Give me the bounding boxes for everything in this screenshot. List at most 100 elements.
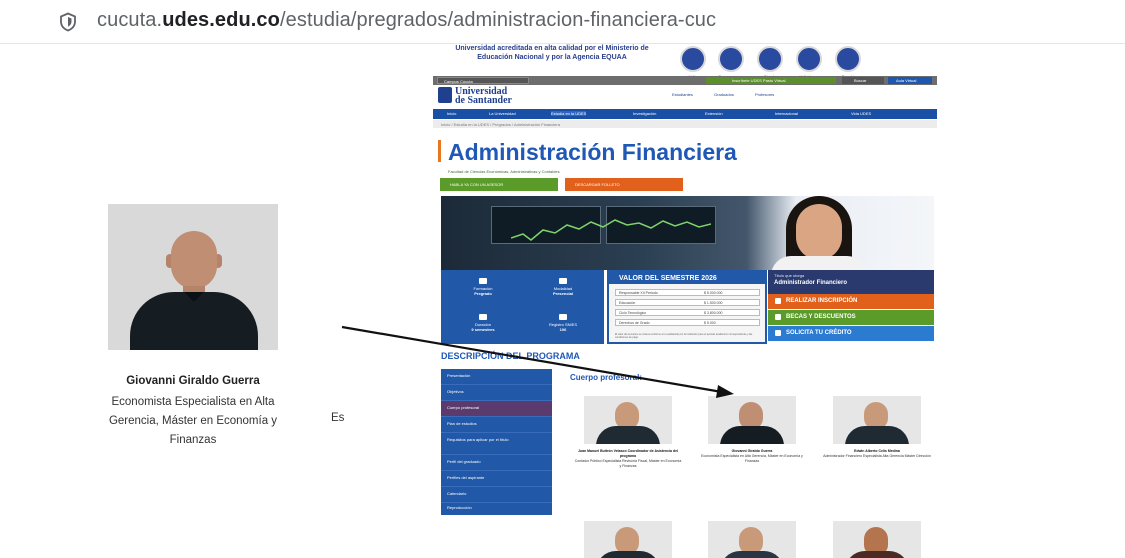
- inscribete-button[interactable]: Inscríbete UDES Pasto Virtual: [706, 77, 836, 84]
- duracion-icon: [479, 314, 487, 320]
- professor-role: Administrador Financiero Especialista Al…: [823, 454, 931, 458]
- aula-virtual-button[interactable]: Aula Virtual: [888, 77, 932, 84]
- faculty-text: Facultad de Ciencias Económicas, Adminis…: [448, 169, 560, 174]
- realizar-inscripcion-button[interactable]: REALIZAR INSCRIPCIÓN: [768, 294, 934, 309]
- woman-face-image: [796, 204, 842, 260]
- professor-caption: Edwin Alberto Celis Medina Administrador …: [823, 449, 931, 459]
- search-button[interactable]: Buscar: [842, 77, 884, 84]
- valor-row-value: $ 3.800.000: [704, 311, 723, 315]
- sidebar-item-perfil-graduado[interactable]: Perfil del graduado: [441, 455, 552, 471]
- title-panel: Título que otorga Administrador Financie…: [768, 270, 934, 344]
- valor-note: El valor del semestre se indexa conforme…: [615, 333, 753, 339]
- stat-modalidad: Modalidad Presencial: [533, 278, 593, 296]
- stat-value: 106: [559, 327, 567, 332]
- stat-value: 9 semestres: [471, 327, 495, 332]
- program-stats: Formación Pregrado Modalidad Presencial Du…: [441, 270, 604, 344]
- url-text[interactable]: cucuta.udes.edu.co/estudia/pregrados/adm…: [97, 9, 716, 32]
- profile-role-line: Economista Especialista en Alta: [111, 396, 275, 408]
- professor-role: Contador Público Especialista Revisoría …: [574, 459, 682, 468]
- sidebar-item-plan-estudios[interactable]: Plan de estudios: [441, 417, 552, 433]
- sidebar-item-reproduccion[interactable]: Reproducción: [441, 501, 552, 517]
- url-path: /estudia/pregrados/administracion-financ…: [279, 9, 717, 31]
- nav-item[interactable]: Extensión: [705, 111, 723, 116]
- habla-asesor-label: HABLA YA CON UN ASESOR: [450, 182, 504, 187]
- stat-duracion: Duración 9 semestres: [453, 314, 513, 332]
- sidebar-item-label: Perfiles del aspirante: [447, 475, 485, 480]
- url-domain: udes.edu.co: [162, 9, 280, 31]
- valor-title: VALOR DEL SEMESTRE 2026: [609, 272, 765, 284]
- photo-suit: [720, 551, 784, 558]
- address-bar[interactable]: cucuta.udes.edu.co/estudia/pregrados/adm…: [0, 0, 1125, 44]
- accreditation-text: Universidad acreditada en alta calidad p…: [455, 45, 649, 61]
- button-label: REALIZAR INSCRIPCIÓN: [786, 298, 858, 304]
- audience-links: Estudiantes Graduados Profesores: [672, 92, 794, 97]
- nav-item[interactable]: Vida UDES: [851, 111, 871, 116]
- link-estudiantes[interactable]: Estudiantes: [672, 92, 693, 97]
- valor-row-value: $ 5.000.000: [704, 291, 723, 295]
- sidebar-item-requisitos[interactable]: Requisitos para aplicar por el título: [441, 433, 552, 455]
- nav-item-active[interactable]: Estudia en la UDES: [551, 111, 587, 116]
- aula-virtual-label: Aula Virtual: [896, 78, 917, 83]
- stat-registro: Registro SNIES 106: [533, 314, 593, 332]
- sidebar-item-label: Perfil del graduado: [447, 459, 481, 464]
- sidebar-item-label: Cuerpo profesoral: [447, 405, 480, 410]
- udes-logo[interactable]: Universidad de Santander: [438, 87, 548, 106]
- solicita-credito-button[interactable]: SOLICITA TU CRÉDITO: [768, 326, 934, 341]
- sidebar-item-cuerpo-profesoral[interactable]: Cuerpo profesoral: [441, 401, 552, 417]
- seal-valledupar-icon[interactable]: [796, 46, 822, 72]
- credito-icon: [775, 330, 781, 336]
- stat-formacion: Formación Pregrado: [453, 278, 513, 296]
- nav-item[interactable]: La Universidad: [489, 111, 516, 116]
- valor-row-value: $ 5.000: [704, 321, 716, 325]
- valor-row: Ciclo Tecnológico $ 3.800.000: [615, 309, 760, 316]
- link-profesores[interactable]: Profesores: [755, 92, 774, 97]
- nav-item[interactable]: Internacional: [775, 111, 798, 116]
- nav-item[interactable]: Inicio: [447, 111, 456, 116]
- professor-photo: [708, 521, 796, 558]
- seal-valle-icon[interactable]: [680, 46, 706, 72]
- professor-role: Economista Especialista en Alta Gerencia…: [701, 454, 803, 463]
- seal-cucuta-icon[interactable]: [757, 46, 783, 72]
- professor-photo: [584, 521, 672, 558]
- stat-value: Pregrado: [474, 291, 492, 296]
- becas-descuentos-button[interactable]: BECAS Y DESCUENTOS: [768, 310, 934, 325]
- breadcrumb-text[interactable]: Inicio / Estudia en la UDES / Pregrados …: [441, 122, 560, 127]
- sidebar-item-presentacion[interactable]: Presentación: [441, 369, 552, 385]
- logo-line-2: de Santander: [455, 95, 512, 106]
- valor-row: Derechos de Grado $ 5.000: [615, 319, 760, 326]
- seal-bogota-icon[interactable]: [835, 46, 861, 72]
- valor-row-label: Derechos de Grado: [619, 321, 650, 325]
- valor-row-label: Educación: [619, 301, 636, 305]
- sidebar-item-perfiles-aspirante[interactable]: Perfiles del aspirante: [441, 471, 552, 487]
- shield-icon[interactable]: [58, 12, 78, 32]
- sidebar-item-label: Calendario: [447, 491, 467, 496]
- link-graduados[interactable]: Graduados: [714, 92, 734, 97]
- seal-bucaramanga-icon[interactable]: [718, 46, 744, 72]
- logo-text: Universidad de Santander: [455, 87, 512, 106]
- photo-suit: [845, 426, 909, 444]
- professor-photo: [833, 396, 921, 444]
- habla-asesor-button[interactable]: HABLA YA CON UN ASESOR: [440, 178, 558, 191]
- screenshot-page: cucuta.udes.edu.co/estudia/pregrados/adm…: [0, 0, 1125, 558]
- photo-face: [171, 231, 217, 289]
- descargar-folleto-label: DESCARGAR FOLLETO: [575, 182, 620, 187]
- professor-photo: [833, 521, 921, 558]
- descargar-folleto-button[interactable]: DESCARGAR FOLLETO: [565, 178, 683, 191]
- valor-row-label: Responsable XII Periodo: [619, 291, 658, 295]
- valor-row-value: $ 1.500.000: [704, 301, 723, 305]
- photo-suit: [720, 426, 784, 444]
- inscribete-label: Inscríbete UDES Pasto Virtual: [732, 78, 786, 83]
- profile-photo: [108, 204, 278, 350]
- nav-item[interactable]: Investigación: [633, 111, 656, 116]
- formacion-icon: [479, 278, 487, 284]
- breadcrumb: Inicio / Estudia en la UDES / Pregrados …: [433, 120, 937, 128]
- program-description-heading: DESCRIPCIÓN DEL PROGRAMA: [441, 351, 580, 361]
- campus-select[interactable]: Campus Cúcuta: [437, 77, 529, 84]
- campus-select-label: Campus Cúcuta: [444, 79, 473, 84]
- cuerpo-profesoral-heading: Cuerpo profesoral:: [570, 373, 643, 382]
- sidebar-item-objetivos[interactable]: Objetivos: [441, 385, 552, 401]
- professor-photo: [584, 396, 672, 444]
- photo-suit: [596, 426, 660, 444]
- professor-photo: [708, 396, 796, 444]
- profile-role: Economista Especialista en Alta Gerencia…: [90, 393, 296, 450]
